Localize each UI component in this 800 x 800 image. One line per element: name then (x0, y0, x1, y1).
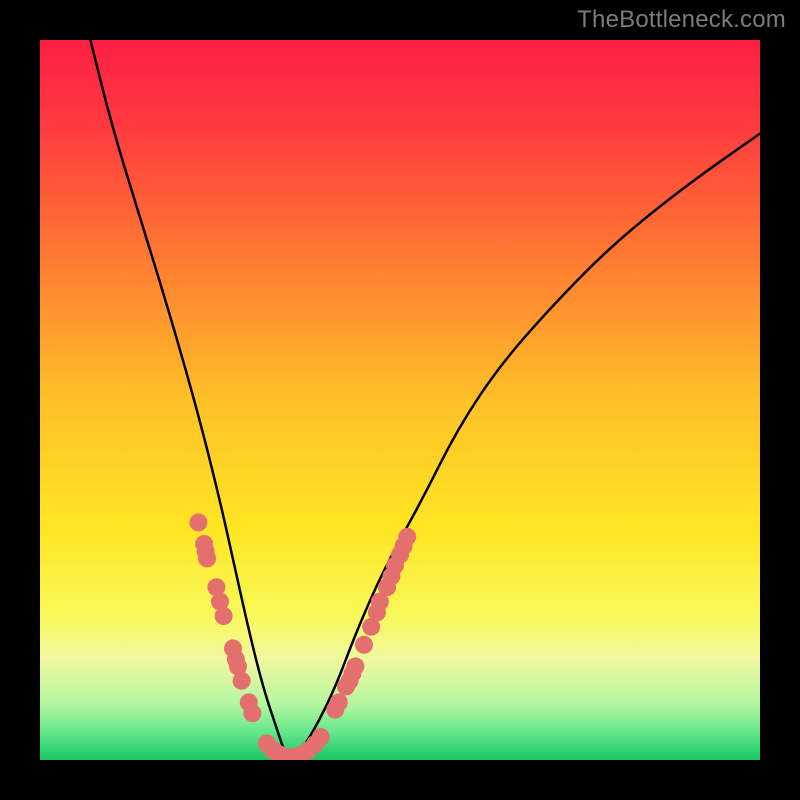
data-markers (40, 40, 760, 760)
data-point (312, 728, 330, 746)
plot-area (40, 40, 760, 760)
data-point (398, 528, 416, 546)
watermark-text: TheBottleneck.com (577, 6, 786, 34)
data-point (346, 657, 364, 675)
data-point (198, 549, 216, 567)
data-point (355, 636, 373, 654)
data-point (233, 672, 251, 690)
data-point (330, 693, 348, 711)
data-point (189, 513, 207, 531)
chart-frame: TheBottleneck.com (0, 0, 800, 800)
data-point (215, 607, 233, 625)
data-point (243, 704, 261, 722)
